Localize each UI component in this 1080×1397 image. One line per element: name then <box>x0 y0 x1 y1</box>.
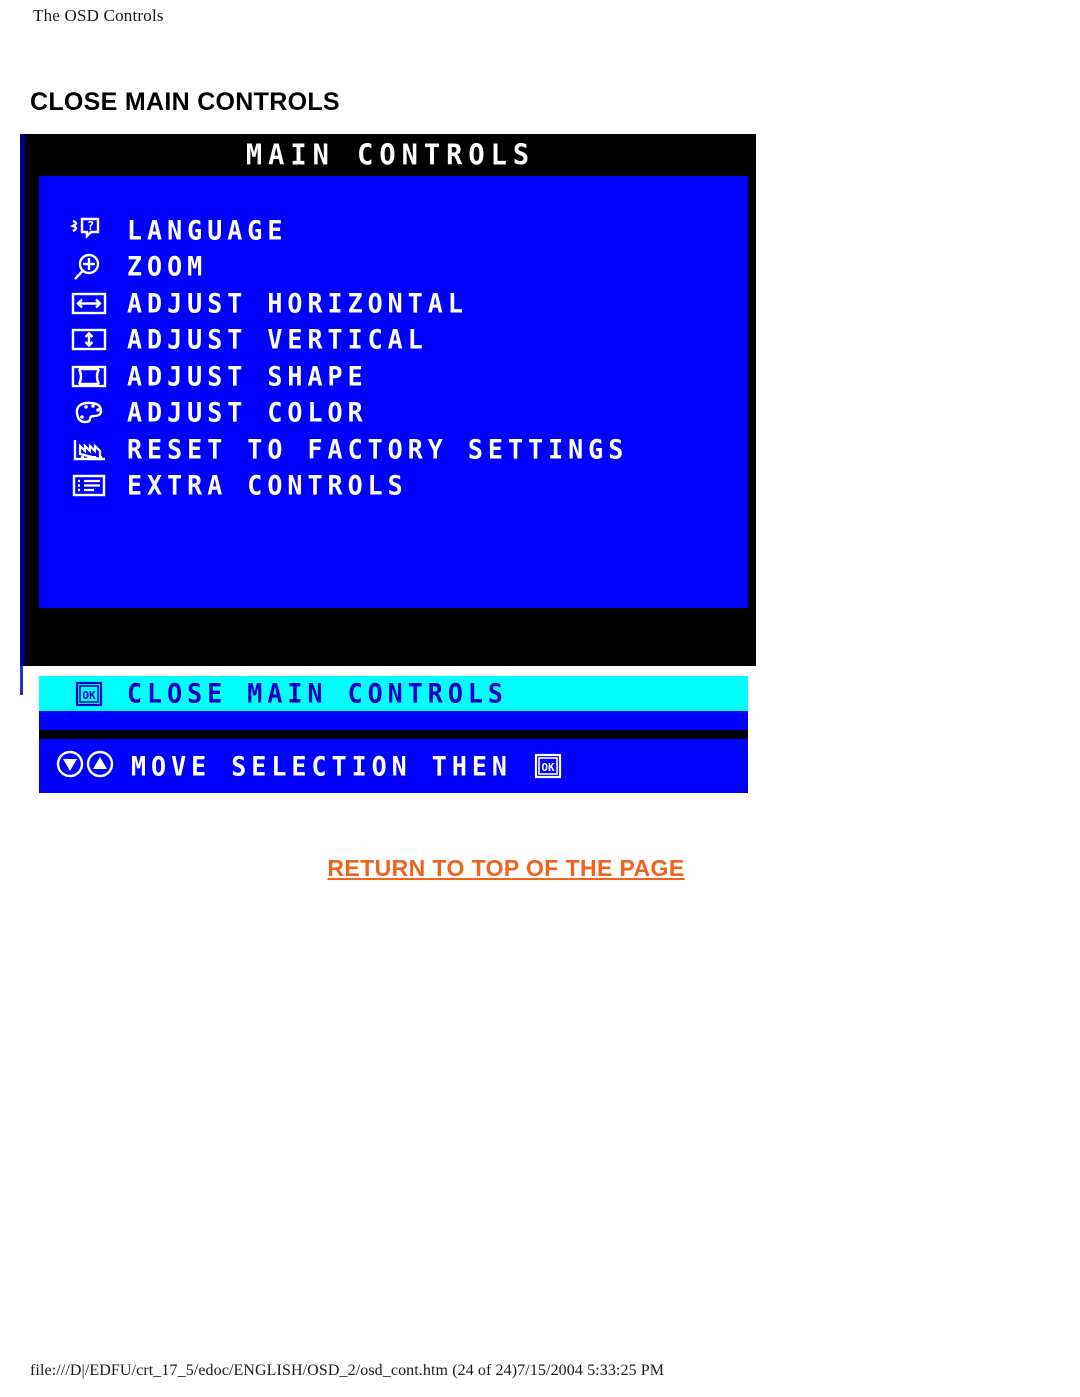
osd-item-label: ADJUST SHAPE <box>127 360 368 392</box>
page-footer-path: file:///D|/EDFU/crt_17_5/edoc/ENGLISH/OS… <box>30 1362 665 1379</box>
osd-item-label: ADJUST VERTICAL <box>127 324 428 356</box>
arrow-down-round-icon[interactable] <box>55 749 85 784</box>
ok-button-icon: OK <box>526 751 570 781</box>
osd-title-text: MAIN CONTROLS <box>245 138 536 172</box>
svg-text:OK: OK <box>82 689 96 702</box>
osd-tail-rule <box>20 666 23 695</box>
osd-menu-list: ? LANGUAGE ZOOM ADJUST HORIZONTAL ADJUST… <box>39 176 748 504</box>
osd-item-label: ZOOM <box>127 251 208 283</box>
osd-item-adjust-horizontal[interactable]: ADJUST HORIZONTAL <box>39 285 748 322</box>
svg-text:OK: OK <box>541 761 555 774</box>
osd-item-extra-controls[interactable]: EXTRA CONTROLS <box>39 468 748 505</box>
osd-item-zoom[interactable]: ZOOM <box>39 249 748 286</box>
osd-inner-frame: MAIN CONTROLS ? LANGUAGE ZOOM ADJUST HOR… <box>25 134 756 793</box>
adjust-color-palette-icon <box>67 398 111 428</box>
osd-item-label: ADJUST COLOR <box>127 397 368 429</box>
osd-item-language[interactable]: ? LANGUAGE <box>39 212 748 249</box>
osd-divider <box>39 730 748 739</box>
osd-panel-bottom-strip <box>39 711 748 730</box>
osd-item-adjust-vertical[interactable]: ADJUST VERTICAL <box>39 322 748 359</box>
osd-item-adjust-shape[interactable]: ADJUST SHAPE <box>39 358 748 395</box>
reset-factory-icon <box>67 434 111 464</box>
adjust-vertical-arrows-icon <box>67 325 111 355</box>
ok-button-icon: OK <box>67 679 111 709</box>
osd-item-reset-factory[interactable]: RESET TO FACTORY SETTINGS <box>39 431 748 468</box>
running-header: The OSD Controls <box>33 6 164 25</box>
osd-item-label: ADJUST HORIZONTAL <box>127 287 468 319</box>
osd-selected-label: CLOSE MAIN CONTROLS <box>127 677 508 710</box>
page-title: CLOSE MAIN CONTROLS <box>30 87 340 116</box>
osd-screenshot-figure: MAIN CONTROLS ? LANGUAGE ZOOM ADJUST HOR… <box>20 134 756 793</box>
osd-menu-panel: ? LANGUAGE ZOOM ADJUST HORIZONTAL ADJUST… <box>39 176 748 608</box>
osd-item-adjust-color[interactable]: ADJUST COLOR <box>39 395 748 432</box>
adjust-shape-pincushion-icon <box>67 361 111 391</box>
osd-hint-label: MOVE SELECTION THEN <box>131 750 512 782</box>
osd-item-label: RESET TO FACTORY SETTINGS <box>127 433 629 465</box>
osd-hint-bar: MOVE SELECTION THEN OK <box>39 739 748 793</box>
svg-text:?: ? <box>87 219 94 233</box>
osd-item-label: EXTRA CONTROLS <box>127 470 408 502</box>
osd-item-label: LANGUAGE <box>127 214 288 246</box>
osd-item-close-main-controls-selected[interactable]: OK CLOSE MAIN CONTROLS <box>39 676 748 711</box>
zoom-magnifier-plus-icon <box>67 252 111 282</box>
extra-controls-list-icon <box>67 471 111 501</box>
arrow-up-round-icon[interactable] <box>85 749 115 784</box>
osd-titlebar: MAIN CONTROLS <box>25 134 756 176</box>
osd-hint-arrows <box>55 749 115 784</box>
language-globe-question-icon: ? <box>67 215 111 245</box>
return-to-top-link[interactable]: RETURN TO TOP OF THE PAGE <box>0 855 1012 882</box>
adjust-horizontal-arrows-icon <box>67 288 111 318</box>
